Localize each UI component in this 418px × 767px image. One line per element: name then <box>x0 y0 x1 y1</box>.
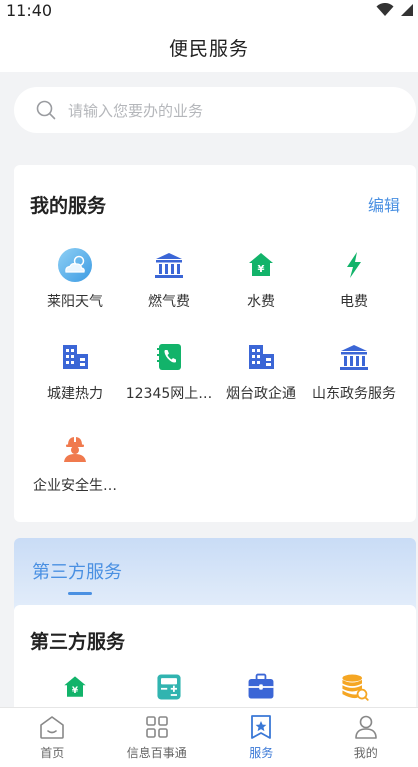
third-party-card: 第三方服务 ¥ <box>14 605 416 715</box>
third-party-banner-label: 第三方服务 <box>32 562 122 583</box>
search-input[interactable]: 请输入您要办的业务 <box>14 87 416 133</box>
tab-home[interactable]: 首页 <box>0 708 105 767</box>
service-label: 电费 <box>340 294 368 310</box>
tab-services[interactable]: 服务 <box>209 708 314 767</box>
third-party-banner[interactable]: 第三方服务 <box>14 538 416 610</box>
page-header: 便民服务 <box>0 22 418 72</box>
third-party-title: 第三方服务 <box>30 631 126 653</box>
service-item-yantai[interactable]: 烟台政企通 <box>214 339 308 403</box>
service-item-12345[interactable]: 12345网上… <box>122 339 216 403</box>
weather-icon <box>58 248 92 282</box>
search-icon <box>36 100 56 120</box>
status-bar: 11:40 <box>0 0 418 22</box>
page-title: 便民服务 <box>168 37 249 60</box>
tab-mine[interactable]: 我的 <box>314 708 418 767</box>
signal-icon <box>401 4 413 16</box>
status-time: 11:40 <box>6 1 53 20</box>
tab-indicator <box>68 592 92 595</box>
service-label: 烟台政企通 <box>226 386 296 402</box>
service-item-safety[interactable]: 企业安全生… <box>28 431 122 495</box>
tab-label: 服务 <box>249 746 274 760</box>
service-item-weather[interactable]: 莱阳天气 <box>28 247 122 311</box>
tab-label: 首页 <box>40 746 65 760</box>
service-item-water[interactable]: ¥ 水费 <box>214 247 308 311</box>
grid-icon <box>145 716 168 738</box>
third-party-item[interactable]: ¥ <box>28 671 122 703</box>
search-placeholder: 请输入您要办的业务 <box>68 101 204 120</box>
tab-info[interactable]: 信息百事通 <box>105 708 210 767</box>
tab-label: 我的 <box>353 746 378 760</box>
tab-label: 信息百事通 <box>126 746 187 760</box>
bank-icon <box>340 345 368 370</box>
third-party-item[interactable] <box>307 671 401 703</box>
service-label: 燃气费 <box>148 294 190 310</box>
phone-book-icon <box>157 344 181 370</box>
service-label: 企业安全生… <box>33 478 117 494</box>
star-bookmark-icon <box>251 715 272 739</box>
coin-search-icon <box>342 674 369 701</box>
third-party-item[interactable] <box>122 671 216 703</box>
third-party-item[interactable] <box>214 671 308 703</box>
briefcase-icon <box>248 673 274 699</box>
user-icon <box>354 715 377 739</box>
service-item-heating[interactable]: 城建热力 <box>28 339 122 403</box>
calculator-icon <box>157 674 181 700</box>
service-item-gas[interactable]: 燃气费 <box>122 247 216 311</box>
service-label: 莱阳天气 <box>47 294 103 310</box>
house-yuan-icon: ¥ <box>64 676 86 697</box>
service-label: 城建热力 <box>47 386 103 402</box>
service-item-electricity[interactable]: 电费 <box>307 247 401 311</box>
worker-icon <box>64 437 86 462</box>
building-icon <box>249 345 274 369</box>
home-icon <box>40 716 65 739</box>
svg-text:¥: ¥ <box>72 686 79 696</box>
house-yuan-icon: ¥ <box>249 253 273 276</box>
svg-text:¥: ¥ <box>258 264 265 275</box>
edit-button[interactable]: 编辑 <box>368 192 400 216</box>
lightning-icon <box>347 252 361 278</box>
status-icons <box>376 3 414 17</box>
wifi-icon <box>376 3 394 16</box>
building-icon <box>63 345 88 369</box>
service-label: 12345网上… <box>125 386 213 402</box>
my-services-title: 我的服务 <box>30 195 107 217</box>
service-label: 山东政务服务 <box>312 386 396 402</box>
search-section: 请输入您要办的业务 <box>0 72 418 150</box>
my-services-card: 我的服务 编辑 莱阳天气 燃气费 ¥ 水费 电费 城建热力 12345网上… 烟… <box>14 165 416 522</box>
bottom-tabbar: 首页 信息百事通 服务 我的 <box>0 707 418 767</box>
service-label: 水费 <box>247 294 275 310</box>
bank-icon <box>155 253 183 278</box>
service-item-shandong[interactable]: 山东政务服务 <box>307 339 401 403</box>
